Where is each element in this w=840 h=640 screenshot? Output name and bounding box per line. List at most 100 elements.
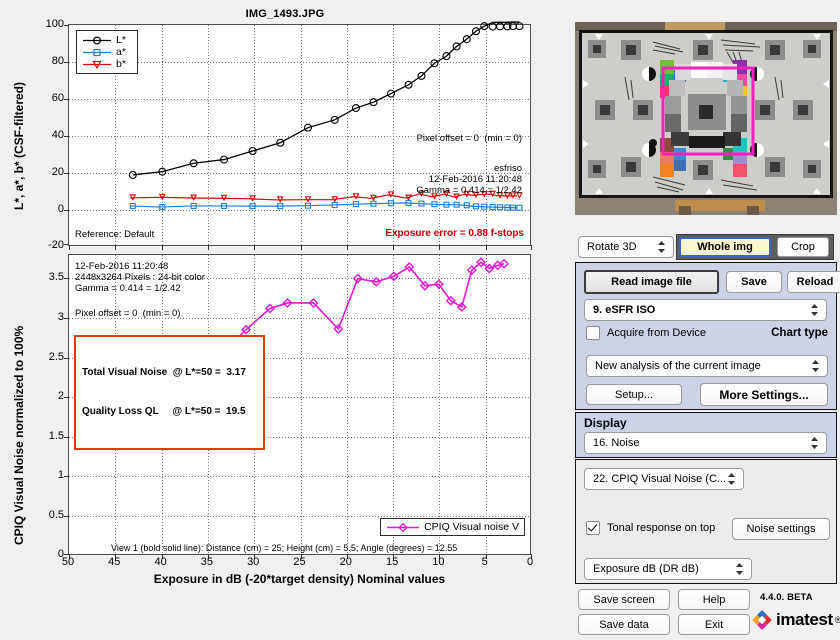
image-preview[interactable] <box>575 22 837 215</box>
display-header-panel: Display 16. Noise <box>575 412 837 458</box>
save-screen-button[interactable]: Save screen <box>578 589 670 610</box>
xtick: 5 <box>481 556 488 568</box>
tonal-response-chart: L* a* b* Pixel offset = 0 (min = 0) esfr… <box>64 21 532 250</box>
cpiq-annotation-gamma: Gamma = 0.414 = 1/2.42 <box>75 283 181 294</box>
version-label: 4.4.0. BETA <box>760 592 813 603</box>
display-options-panel: 22. CPIQ Visual Noise (C... Tonal respon… <box>575 459 837 584</box>
file-panel: Read image file Save Reload 9. eSFR ISO … <box>575 262 840 410</box>
callout-total-visual-noise: Total Visual Noise @ L*=50 = 3.17 <box>82 367 246 378</box>
acquire-from-device-label: Acquire from Device <box>607 327 707 339</box>
visual-noise-callout: Total Visual Noise @ L*=50 = 3.17 Qualit… <box>74 335 265 450</box>
rotate-3d-label: Rotate 3D <box>587 241 637 253</box>
ytick: 2.5 <box>48 350 64 363</box>
xtick: 10 <box>432 556 445 568</box>
ytick: 2 <box>57 390 64 402</box>
imatest-wordmark: imatest <box>776 610 833 629</box>
chevron-updown-icon <box>736 563 743 575</box>
read-image-file-button[interactable]: Read image file <box>584 270 719 294</box>
annotation-timestamp: 12-Feb-2016 11:20:48 <box>428 174 522 185</box>
legend-label-cpiq: CPIQ Visual noise V <box>424 521 519 533</box>
rotate-3d-dropdown[interactable]: Rotate 3D <box>578 236 674 258</box>
chart-type-dropdown[interactable]: 9. eSFR ISO <box>584 299 827 321</box>
tonal-y-axis-label: L*, a*, b* (CSF-filtered) <box>12 81 26 210</box>
xtick: 45 <box>108 556 121 568</box>
acquire-from-device-checkbox[interactable] <box>586 326 600 340</box>
ytick: 20 <box>51 166 64 178</box>
xtick: 25 <box>293 556 306 568</box>
ytick: 40 <box>51 129 64 141</box>
ytick: 0 <box>57 203 64 215</box>
legend-swatch-triangle <box>83 60 111 69</box>
cpiq-y-axis-label: CPIQ Visual Noise normalized to 100% <box>12 325 26 545</box>
acquire-from-device-row[interactable]: Acquire from Device <box>586 326 706 340</box>
control-panel: Rotate 3D Whole img Crop Read image file… <box>570 0 840 640</box>
tonal-response-row[interactable]: Tonal response on top <box>586 521 715 535</box>
help-button[interactable]: Help <box>678 589 750 610</box>
crop-button[interactable]: Crop <box>777 237 829 257</box>
annotation-program-name: esfriso <box>494 163 522 174</box>
esfr-chart-thumbnail <box>575 22 837 215</box>
annotation-gamma: Gamma = 0.414 = 1/2.42 <box>416 185 522 196</box>
x-axis-value: Exposure dB (DR dB) <box>593 563 699 575</box>
page-title: IMG_1493.JPG <box>245 8 325 20</box>
legend-item-bstar: b* <box>82 58 132 70</box>
save-button[interactable]: Save <box>726 271 782 293</box>
chart-type-value: 9. eSFR ISO <box>593 304 656 316</box>
analysis-mode-dropdown[interactable]: New analysis of the current image <box>586 355 828 377</box>
tonal-response-legend: L* a* b* <box>76 30 138 74</box>
cpiq-view-footnote: View 1 (bold solid line): Distance (cm) … <box>111 543 458 553</box>
save-data-button[interactable]: Save data <box>578 614 670 635</box>
view-mode-segmented-control: Whole img Crop <box>676 234 834 260</box>
ytick: 1.5 <box>48 429 64 442</box>
cpiq-annotation-pixel-offset: Pixel offset = 0 (min = 0) <box>75 308 181 319</box>
annotation-pixel-offset: Pixel offset = 0 (min = 0) <box>416 133 522 144</box>
legend-item-cpiq: CPIQ Visual noise V <box>386 521 519 533</box>
legend-label-lstar: L* <box>116 34 126 46</box>
cpiq-visual-noise-chart: 12-Feb-2016 11:20:48 2448x3264 Pixels : … <box>64 254 532 559</box>
whole-img-button[interactable]: Whole img <box>679 237 771 257</box>
xtick: 50 <box>61 556 75 568</box>
ytick: 0.5 <box>48 508 64 521</box>
exit-button[interactable]: Exit <box>678 614 750 635</box>
imatest-logo: imatest ® <box>752 610 840 630</box>
display-section-title: Display <box>584 416 627 430</box>
xtick: 40 <box>154 556 167 568</box>
plot-selection-value: 22. CPIQ Visual Noise (C... <box>593 473 727 485</box>
noise-settings-button[interactable]: Noise settings <box>732 518 830 540</box>
chevron-updown-icon <box>812 360 819 372</box>
annotation-reference: Reference: Default <box>75 229 155 240</box>
display-mode-dropdown[interactable]: 16. Noise <box>584 432 827 454</box>
plot-selection-dropdown[interactable]: 22. CPIQ Visual Noise (C... <box>584 468 744 490</box>
x-axis-dropdown[interactable]: Exposure dB (DR dB) <box>584 558 752 580</box>
setup-button[interactable]: Setup... <box>586 384 682 405</box>
cpiq-annotation-timestamp: 12-Feb-2016 11:20:48 <box>75 261 169 272</box>
ytick: -20 <box>48 239 64 251</box>
ytick: 60 <box>51 92 64 104</box>
xtick: 0 <box>526 556 534 568</box>
ytick: 80 <box>51 55 64 67</box>
legend-item-lstar: L* <box>82 34 132 46</box>
registered-mark: ® <box>834 615 840 625</box>
figure-area: IMG_1493.JPG L* a* b* Pixel offset = 0 (… <box>0 0 570 640</box>
chart-type-label: Chart type <box>771 327 828 339</box>
ytick: 1 <box>57 469 64 482</box>
chevron-updown-icon <box>811 304 818 316</box>
cpiq-annotation-resolution: 2448x3264 Pixels : 24-bit color <box>75 272 205 283</box>
chevron-updown-icon <box>728 473 735 485</box>
xtick: 30 <box>247 556 260 568</box>
reload-button[interactable]: Reload <box>787 271 840 293</box>
analysis-mode-value: New analysis of the current image <box>595 360 761 372</box>
more-settings-button[interactable]: More Settings... <box>700 383 828 406</box>
cpiq-x-axis-label: Exposure in dB (-20*target density) Nomi… <box>153 572 446 586</box>
tonal-response-checkbox[interactable] <box>586 521 600 535</box>
legend-swatch-diamond <box>387 522 420 532</box>
cpiq-legend: CPIQ Visual noise V <box>380 518 525 536</box>
legend-item-astar: a* <box>82 46 132 58</box>
xtick: 15 <box>385 556 399 568</box>
tonal-response-label: Tonal response on top <box>607 522 716 534</box>
ytick: 3.5 <box>48 271 64 284</box>
xtick: 20 <box>339 556 352 568</box>
imatest-diamond-icon <box>752 610 772 630</box>
ytick: 100 <box>45 18 64 30</box>
chevron-updown-icon <box>811 437 818 449</box>
